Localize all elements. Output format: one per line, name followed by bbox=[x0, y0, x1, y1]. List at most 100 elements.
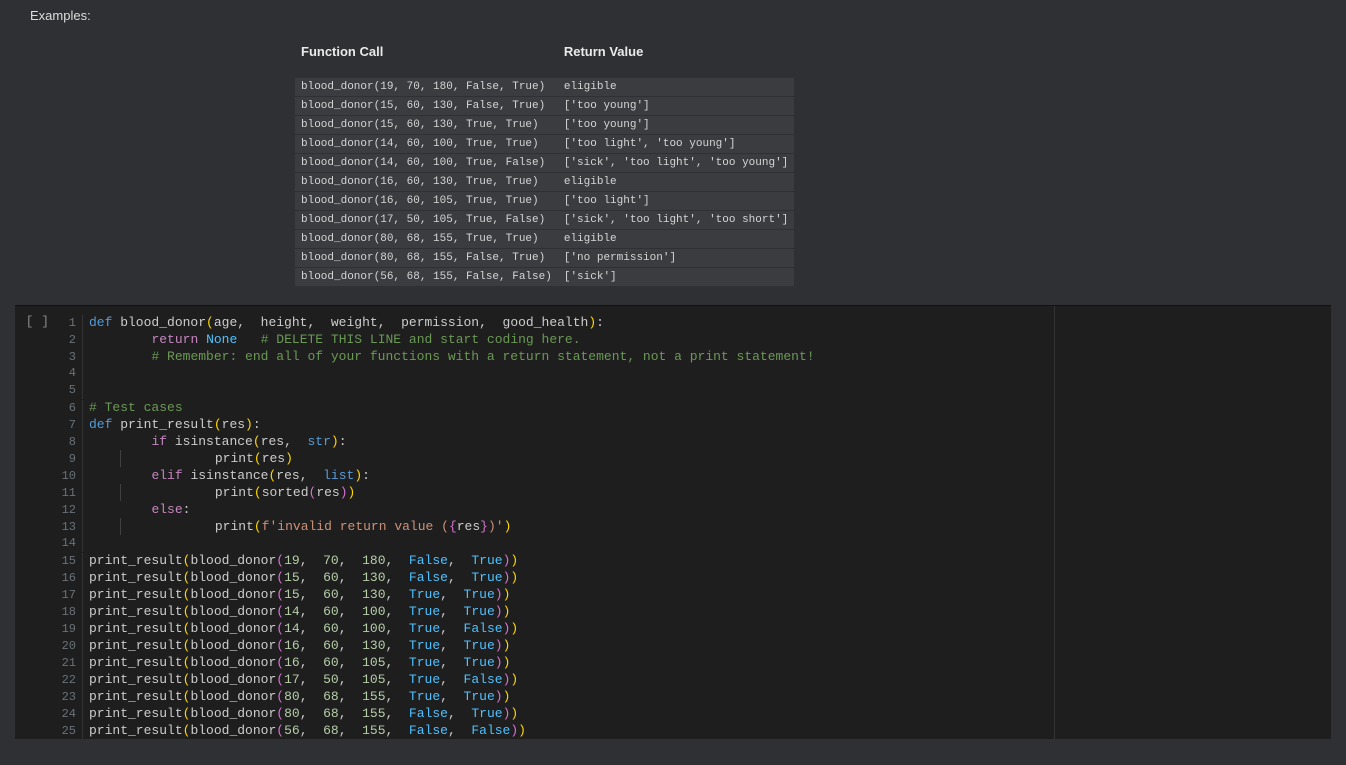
cell-function-call: blood_donor(14, 60, 100, True, True) bbox=[295, 135, 558, 153]
cell-function-call: blood_donor(14, 60, 100, True, False) bbox=[295, 154, 558, 172]
examples-label: Examples: bbox=[30, 8, 1316, 23]
cell-function-call: blood_donor(15, 60, 130, True, True) bbox=[295, 116, 558, 134]
examples-table-container: Function Call Return Value blood_donor(1… bbox=[295, 37, 685, 287]
code-text[interactable]: # Test cases bbox=[89, 399, 183, 416]
line-number: 19 bbox=[55, 621, 83, 638]
code-cell[interactable]: [ ] 1 def blood_donor(age, height, weight… bbox=[15, 305, 1331, 739]
cell-return-value: ['sick', 'too light', 'too young'] bbox=[558, 154, 794, 172]
line-number: 21 bbox=[55, 655, 83, 672]
line-number: 22 bbox=[55, 672, 83, 689]
code-line[interactable]: 3 # Remember: end all of your functions … bbox=[55, 348, 1331, 365]
code-line[interactable]: 4 bbox=[55, 365, 1331, 382]
table-row: blood_donor(14, 60, 100, True, False)['s… bbox=[295, 154, 794, 172]
line-number: 8 bbox=[55, 434, 83, 451]
line-number: 16 bbox=[55, 570, 83, 587]
code-text[interactable]: print_result(blood_donor(16, 60, 130, Tr… bbox=[89, 637, 510, 654]
code-line[interactable]: 20print_result(blood_donor(16, 60, 130, … bbox=[55, 637, 1331, 654]
code-line[interactable]: 8 if isinstance(res, str): bbox=[55, 433, 1331, 450]
notebook-view: Examples: Function Call Return Value blo… bbox=[0, 0, 1346, 739]
line-number: 3 bbox=[55, 349, 83, 366]
cell-return-value: ['no permission'] bbox=[558, 249, 794, 267]
line-number: 15 bbox=[55, 553, 83, 570]
line-number: 13 bbox=[55, 519, 83, 536]
code-text[interactable]: print(res) bbox=[89, 450, 293, 467]
code-line[interactable]: 12 else: bbox=[55, 501, 1331, 518]
table-row: blood_donor(15, 60, 130, True, True)['to… bbox=[295, 116, 794, 134]
code-text[interactable]: def print_result(res): bbox=[89, 416, 261, 433]
code-line[interactable]: 14 bbox=[55, 535, 1331, 552]
col-header-return: Return Value bbox=[558, 38, 794, 77]
code-line[interactable]: 21 print_result(blood_donor(16, 60, 105, … bbox=[55, 654, 1331, 671]
code-line[interactable]: 6 # Test cases bbox=[55, 399, 1331, 416]
table-row: blood_donor(15, 60, 130, False, True)['t… bbox=[295, 97, 794, 115]
cell-return-value: ['too young'] bbox=[558, 116, 794, 134]
line-number: 2 bbox=[55, 332, 83, 349]
line-number: 7 bbox=[55, 417, 83, 434]
line-number: 9 bbox=[55, 451, 83, 468]
line-number: 5 bbox=[55, 382, 83, 399]
table-row: blood_donor(16, 60, 105, True, True)['to… bbox=[295, 192, 794, 210]
line-number: 11 bbox=[55, 485, 83, 502]
code-line[interactable]: 18 print_result(blood_donor(14, 60, 100, … bbox=[55, 603, 1331, 620]
cell-function-call: blood_donor(17, 50, 105, True, False) bbox=[295, 211, 558, 229]
code-text[interactable]: print_result(blood_donor(17, 50, 105, Tr… bbox=[89, 671, 518, 688]
code-line[interactable]: 16 print_result(blood_donor(15, 60, 130, … bbox=[55, 569, 1331, 586]
code-text[interactable]: print_result(blood_donor(15, 60, 130, Fa… bbox=[89, 569, 518, 586]
code-line[interactable]: 9 print(res) bbox=[55, 450, 1331, 467]
code-text[interactable]: print_result(blood_donor(14, 60, 100, Tr… bbox=[89, 620, 518, 637]
cell-return-value: eligible bbox=[558, 173, 794, 191]
code-line[interactable]: 23print_result(blood_donor(80, 68, 155, … bbox=[55, 688, 1331, 705]
markdown-cell: Examples: Function Call Return Value blo… bbox=[0, 0, 1346, 305]
code-line[interactable]: 5 bbox=[55, 382, 1331, 399]
table-row: blood_donor(56, 68, 155, False, False)['… bbox=[295, 268, 794, 286]
line-number: 14 bbox=[55, 535, 83, 552]
cell-return-value: ['too light', 'too young'] bbox=[558, 135, 794, 153]
line-number: 18 bbox=[55, 604, 83, 621]
examples-table: Function Call Return Value blood_donor(1… bbox=[295, 37, 794, 287]
code-line[interactable]: 22 print_result(blood_donor(17, 50, 105, … bbox=[55, 671, 1331, 688]
cell-function-call: blood_donor(19, 70, 180, False, True) bbox=[295, 78, 558, 96]
code-text[interactable]: print_result(blood_donor(19, 70, 180, Fa… bbox=[89, 552, 518, 569]
code-line[interactable]: 25 print_result(blood_donor(56, 68, 155, … bbox=[55, 722, 1331, 739]
line-number: 6 bbox=[55, 400, 83, 417]
code-line[interactable]: 17print_result(blood_donor(15, 60, 130, … bbox=[55, 586, 1331, 603]
code-text[interactable]: print_result(blood_donor(56, 68, 155, Fa… bbox=[89, 722, 526, 739]
cell-return-value: eligible bbox=[558, 78, 794, 96]
code-line[interactable]: 19 print_result(blood_donor(14, 60, 100, … bbox=[55, 620, 1331, 637]
cell-function-call: blood_donor(56, 68, 155, False, False) bbox=[295, 268, 558, 286]
execution-indicator[interactable]: [ ] bbox=[15, 306, 55, 739]
code-line[interactable]: 10 elif isinstance(res, list): bbox=[55, 467, 1331, 484]
line-number: 24 bbox=[55, 706, 83, 723]
cell-function-call: blood_donor(80, 68, 155, False, True) bbox=[295, 249, 558, 267]
code-text[interactable]: print_result(blood_donor(80, 68, 155, Tr… bbox=[89, 688, 510, 705]
code-text[interactable]: print_result(blood_donor(16, 60, 105, Tr… bbox=[89, 654, 510, 671]
code-text[interactable]: if isinstance(res, str): bbox=[89, 433, 347, 450]
code-text[interactable]: print(f'invalid return value ({res})') bbox=[89, 518, 511, 535]
code-text[interactable]: print_result(blood_donor(14, 60, 100, Tr… bbox=[89, 603, 510, 620]
code-text[interactable]: elif isinstance(res, list): bbox=[89, 467, 370, 484]
code-editor[interactable]: 1 def blood_donor(age, height, weight, pe… bbox=[55, 306, 1331, 739]
code-text[interactable]: return None # DELETE THIS LINE and start… bbox=[89, 331, 581, 348]
code-line[interactable]: 7 def print_result(res): bbox=[55, 416, 1331, 433]
cell-return-value: ['too young'] bbox=[558, 97, 794, 115]
code-line[interactable]: 11 print(sorted(res)) bbox=[55, 484, 1331, 501]
code-line[interactable]: 1 def blood_donor(age, height, weight, pe… bbox=[55, 314, 1331, 331]
cell-function-call: blood_donor(16, 60, 130, True, True) bbox=[295, 173, 558, 191]
line-number: 25 bbox=[55, 723, 83, 740]
code-text[interactable]: print_result(blood_donor(15, 60, 130, Tr… bbox=[89, 586, 510, 603]
code-text[interactable]: print_result(blood_donor(80, 68, 155, Fa… bbox=[89, 705, 518, 722]
cell-return-value: ['sick', 'too light', 'too short'] bbox=[558, 211, 794, 229]
code-line[interactable]: 2 return None # DELETE THIS LINE and sta… bbox=[55, 331, 1331, 348]
code-text[interactable]: print(sorted(res)) bbox=[89, 484, 355, 501]
code-text[interactable]: else: bbox=[89, 501, 190, 518]
table-row: blood_donor(16, 60, 130, True, True)elig… bbox=[295, 173, 794, 191]
code-line[interactable]: 13 print(f'invalid return value ({res})'… bbox=[55, 518, 1331, 535]
code-line[interactable]: 24 print_result(blood_donor(80, 68, 155, … bbox=[55, 705, 1331, 722]
code-line[interactable]: 15 print_result(blood_donor(19, 70, 180, … bbox=[55, 552, 1331, 569]
cell-return-value: ['sick'] bbox=[558, 268, 794, 286]
table-row: blood_donor(17, 50, 105, True, False)['s… bbox=[295, 211, 794, 229]
code-text[interactable]: def blood_donor(age, height, weight, per… bbox=[89, 314, 604, 331]
line-number: 1 bbox=[55, 315, 83, 332]
code-text[interactable]: # Remember: end all of your functions wi… bbox=[89, 348, 815, 365]
line-number: 10 bbox=[55, 468, 83, 485]
